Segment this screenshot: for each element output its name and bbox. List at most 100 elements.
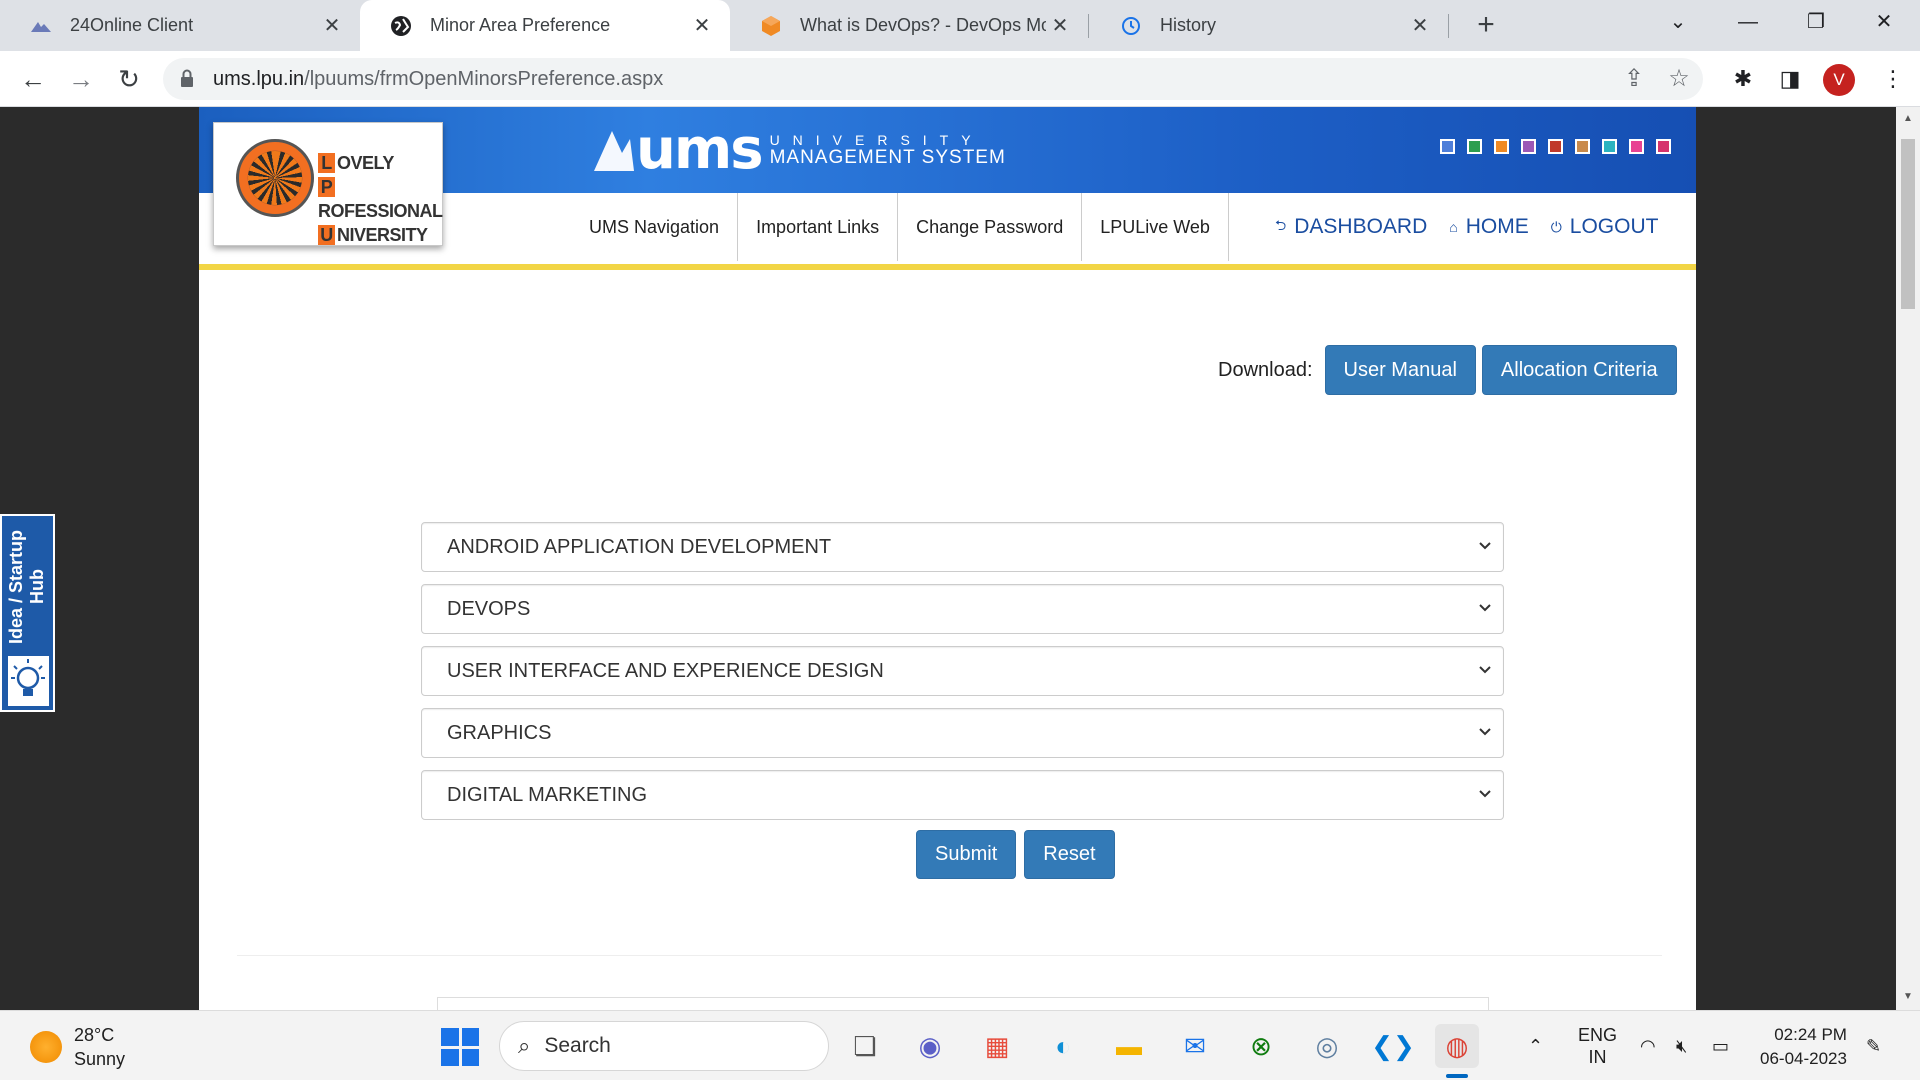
ums-line2: MANAGEMENT SYSTEM [769, 147, 1006, 168]
theme-swatch-8[interactable] [1629, 139, 1644, 154]
lpu-emblem-icon [236, 139, 314, 217]
app-icon[interactable]: ◎ [1305, 1024, 1349, 1068]
bookmark-star-icon[interactable]: ☆ [1666, 66, 1692, 92]
lock-icon[interactable] [179, 69, 195, 87]
browser-toolbar: ← → ↻ ums.lpu.in/lpuums/frmOpenMinorsPre… [0, 51, 1920, 107]
preference-select-5[interactable]: DIGITAL MARKETING [421, 770, 1504, 820]
dashboard-link[interactable]: ⮌ DASHBOARD [1275, 215, 1427, 239]
scroll-up-icon[interactable]: ▲ [1902, 113, 1914, 125]
close-tab-icon[interactable]: ✕ [1046, 13, 1074, 38]
return-icon: ⮌ [1275, 217, 1287, 233]
form-actions: Submit Reset [916, 830, 1115, 879]
back-icon[interactable]: ← [14, 60, 52, 98]
menu-kebab-icon[interactable]: ⋮ [1876, 62, 1910, 96]
preference-select-3[interactable]: USER INTERFACE AND EXPERIENCE DESIGN [421, 646, 1504, 696]
close-tab-icon[interactable]: ✕ [318, 13, 346, 38]
lpu-logo[interactable]: L OVELY PROFESSIONAL U NIVERSITY [213, 122, 443, 246]
nav-ums-navigation[interactable]: UMS Navigation [571, 193, 739, 261]
chat-icon[interactable]: ◉ [908, 1024, 952, 1068]
idea-startup-hub-tab[interactable]: Idea / Startup Hub [0, 514, 55, 712]
url-text: ums.lpu.in/lpuums/frmOpenMinorsPreferenc… [213, 68, 664, 90]
theme-swatch-2[interactable] [1467, 139, 1482, 154]
divider [237, 955, 1662, 956]
store-icon[interactable]: ▦ [975, 1024, 1019, 1068]
scroll-thumb[interactable] [1901, 139, 1915, 309]
nav-lpulive-web[interactable]: LPULive Web [1082, 193, 1229, 261]
theme-swatch-6[interactable] [1575, 139, 1590, 154]
nav-change-password[interactable]: Change Password [898, 193, 1083, 261]
theme-swatch-1[interactable] [1440, 139, 1455, 154]
user-manual-button[interactable]: User Manual [1324, 345, 1476, 395]
tab-what-is-devops[interactable]: What is DevOps? - DevOps Mode ✕ [730, 0, 1088, 51]
preference-select-2[interactable]: DEVOPS [421, 584, 1504, 634]
weather-temp: 28°C [74, 1025, 115, 1045]
close-tab-icon[interactable]: ✕ [1406, 13, 1434, 38]
new-tab-button[interactable]: + [1466, 6, 1506, 46]
reset-button[interactable]: Reset [1024, 830, 1115, 879]
chevron-down-icon [1479, 728, 1491, 736]
theme-swatch-4[interactable] [1521, 139, 1536, 154]
weather-widget[interactable]: 28°C Sunny [30, 1023, 125, 1071]
close-tab-icon[interactable]: ✕ [688, 13, 716, 38]
reload-icon[interactable]: ↻ [110, 60, 148, 98]
preference-select-1[interactable]: ANDROID APPLICATION DEVELOPMENT [421, 522, 1504, 572]
edge-icon[interactable]: ◐ [1041, 1024, 1085, 1068]
selected-value: ANDROID APPLICATION DEVELOPMENT [447, 536, 832, 558]
restore-icon[interactable]: ❐ [1786, 0, 1846, 44]
tab-24online[interactable]: 24Online Client ✕ [0, 0, 360, 51]
show-hidden-icons[interactable]: ⌃ [1528, 1011, 1543, 1080]
language-indicator[interactable]: ENG IN [1578, 1011, 1617, 1080]
history-icon [1120, 15, 1142, 37]
search-icon: ⌕ [518, 1033, 531, 1058]
selected-value: GRAPHICS [447, 722, 552, 744]
logout-link[interactable]: ⏻ LOGOUT [1551, 215, 1659, 239]
speaker-muted-icon[interactable]: 🔇︎ [1676, 1011, 1687, 1080]
globe-icon [390, 15, 412, 37]
profile-avatar[interactable]: V [1823, 64, 1855, 96]
theme-swatch-3[interactable] [1494, 139, 1509, 154]
chevron-down-icon [1479, 604, 1491, 612]
address-bar[interactable]: ums.lpu.in/lpuums/frmOpenMinorsPreferenc… [163, 58, 1703, 100]
theme-color-picker [1440, 139, 1671, 154]
theme-swatch-9[interactable] [1656, 139, 1671, 154]
chrome-icon[interactable]: ◍ [1435, 1024, 1479, 1068]
tab-title: What is DevOps? - DevOps Mode [800, 15, 1046, 35]
wifi-icon[interactable]: ◠ [1640, 1011, 1656, 1080]
file-explorer-icon[interactable]: ▬ [1107, 1024, 1151, 1068]
submit-button[interactable]: Submit [916, 830, 1017, 879]
page-scrollbar[interactable]: ▲ ▼ [1896, 107, 1920, 1010]
tab-title: Minor Area Preference [430, 15, 611, 35]
active-app-indicator [1446, 1074, 1468, 1078]
chevron-down-icon [1479, 790, 1491, 798]
selected-value: DIGITAL MARKETING [447, 784, 648, 806]
mail-icon[interactable]: ✉ [1173, 1024, 1217, 1068]
vscode-icon[interactable]: ❮❯ [1371, 1024, 1415, 1068]
scroll-down-icon[interactable]: ▼ [1902, 991, 1914, 1003]
theme-swatch-5[interactable] [1548, 139, 1563, 154]
forward-icon[interactable]: → [62, 60, 100, 98]
download-row: Download: User Manual Allocation Criteri… [1218, 345, 1677, 395]
tab-minor-area-preference[interactable]: Minor Area Preference ✕ [360, 0, 730, 51]
tab-search-icon[interactable]: ⌄ [1648, 0, 1708, 44]
battery-icon[interactable]: ▭ [1712, 1011, 1729, 1080]
system-clock[interactable]: 02:24 PM 06-04-2023 [1760, 1023, 1847, 1071]
24online-icon [30, 15, 52, 37]
taskbar-search[interactable]: ⌕ Search [499, 1021, 829, 1071]
extensions-icon[interactable]: ✱ [1726, 62, 1760, 96]
windows-start-icon[interactable] [441, 1028, 479, 1066]
sun-icon [30, 1031, 62, 1063]
preference-select-4[interactable]: GRAPHICS [421, 708, 1504, 758]
allocation-criteria-button[interactable]: Allocation Criteria [1481, 345, 1677, 395]
close-window-icon[interactable]: ✕ [1854, 0, 1914, 44]
nav-important-links[interactable]: Important Links [738, 193, 899, 261]
notifications-icon[interactable]: ✎ [1866, 1011, 1881, 1080]
share-icon[interactable]: ⇪ [1621, 66, 1647, 92]
side-panel-icon[interactable]: ◨ [1773, 62, 1807, 96]
theme-swatch-7[interactable] [1602, 139, 1617, 154]
clock-time: 02:24 PM [1774, 1025, 1847, 1044]
minimize-icon[interactable]: — [1718, 0, 1778, 44]
xbox-icon[interactable]: ⊗ [1239, 1024, 1283, 1068]
task-view-icon[interactable]: ❏ [843, 1024, 887, 1068]
tab-history[interactable]: History ✕ [1090, 0, 1448, 51]
home-link[interactable]: ⌂ HOME [1449, 215, 1528, 239]
